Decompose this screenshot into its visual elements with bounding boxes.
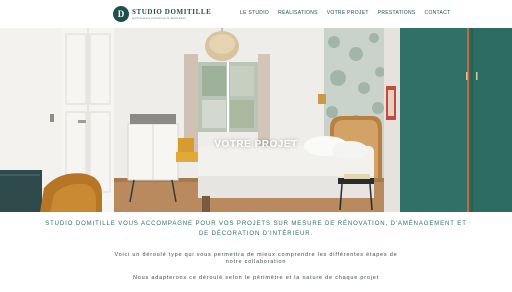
logo-tagline: Architecture intérieure & décoration [132,15,187,20]
intro-paragraph-1-line-2: notre collaboration [225,258,287,265]
nav-prestations[interactable]: PRESTATIONS [378,10,416,16]
intro-section: STUDIO DOMITILLE VOUS ACCOMPAGNE POUR VO… [40,219,472,282]
site-header: D STUDIO DOMITILLE Architecture intérieu… [0,0,512,28]
intro-paragraph-2: Nous adapterons ce déroulé selon le péri… [133,275,379,281]
nav-realisations[interactable]: RÉALISATIONS [278,10,318,16]
hero-bedroom-photo [0,28,512,212]
nav-le-studio[interactable]: LE STUDIO [240,10,269,16]
nav-votre-projet[interactable]: VOTRE PROJET [327,10,369,16]
logo-monogram-icon: D [113,6,129,22]
logo-text: STUDIO DOMITILLE Architecture intérieure… [132,8,211,21]
main-nav: LE STUDIO RÉALISATIONS VOTRE PROJET PRES… [240,10,450,16]
logo-name: STUDIO DOMITILLE [132,7,212,16]
intro-lead-line-1: STUDIO DOMITILLE VOUS ACCOMPAGNE POUR VO… [45,221,467,227]
hero-banner: VOTRE PROJET [0,28,512,212]
logo-initial: D [117,9,125,19]
studio-logo[interactable]: D STUDIO DOMITILLE Architecture intérieu… [113,5,211,23]
hero-title: VOTRE PROJET [214,139,298,150]
intro-lead-line-2: DE DÉCORATION D'INTÉRIEUR. [198,231,314,237]
nav-contact[interactable]: CONTACT [425,10,451,16]
